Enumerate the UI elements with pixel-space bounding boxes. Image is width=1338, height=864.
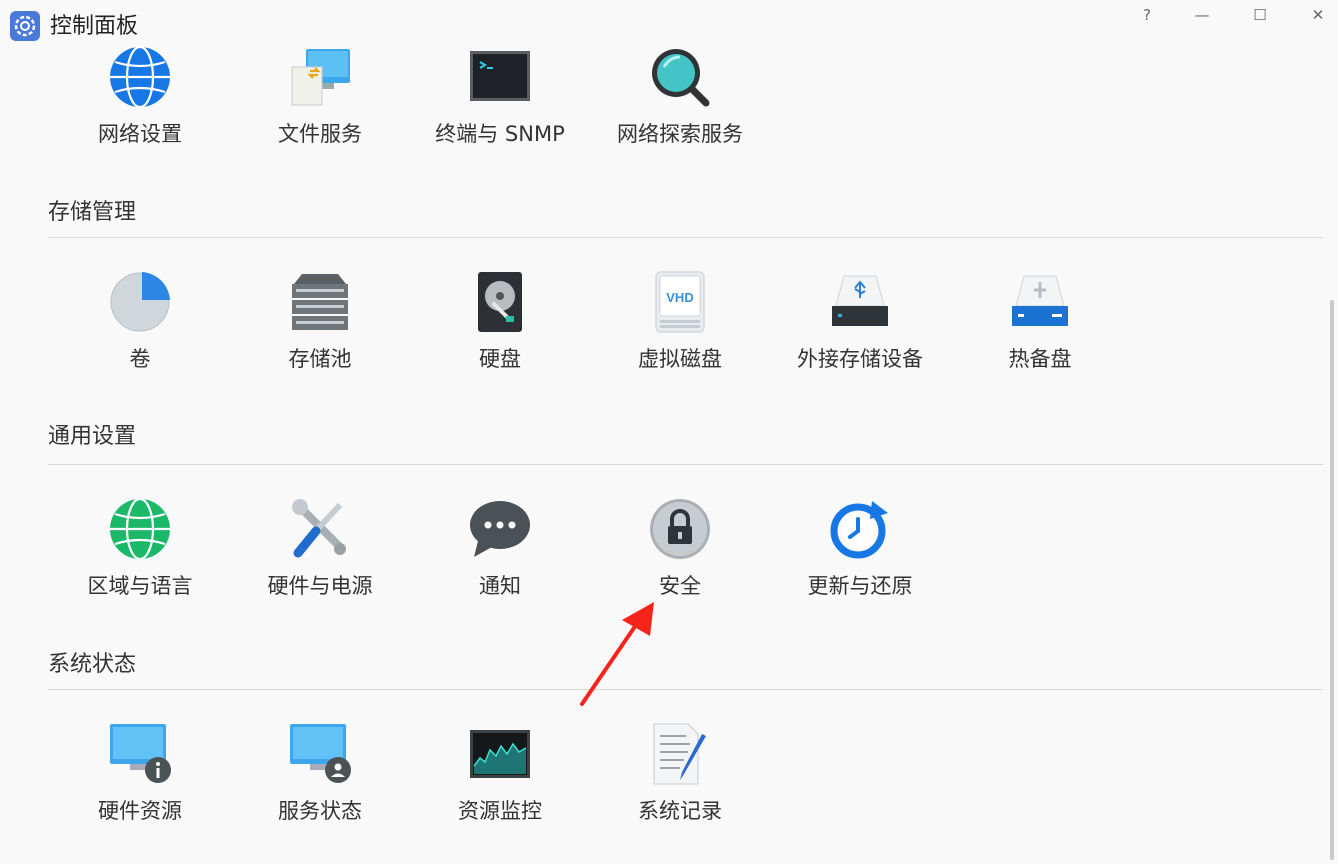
hot-spare-icon: [1012, 275, 1068, 326]
hardware-power-item[interactable]: 硬件与电源: [230, 497, 410, 617]
tools-icon: [292, 499, 346, 558]
magnifier-icon: [652, 49, 710, 107]
item-label: 服务状态: [278, 799, 362, 823]
hardware-resource-item[interactable]: 硬件资源: [50, 722, 230, 842]
pie-volume-icon: [110, 272, 170, 332]
section-title-general: 通用设置: [48, 424, 137, 449]
virtual-disk-item[interactable]: VHD 虚拟磁盘: [590, 270, 770, 390]
file-service-item[interactable]: 文件服务: [230, 45, 410, 165]
lock-icon: [650, 499, 710, 559]
notification-item[interactable]: 通知: [410, 497, 590, 617]
section-divider: [48, 237, 1323, 238]
terminal-icon: [470, 51, 530, 101]
network-settings-item[interactable]: 网络设置: [50, 45, 230, 165]
item-label: 存储池: [288, 347, 352, 371]
update-restore-item[interactable]: 更新与还原: [770, 497, 950, 617]
item-label: 硬盘: [479, 347, 521, 371]
resource-graph-icon: [470, 730, 530, 778]
item-label: 文件服务: [278, 122, 362, 146]
item-label: 系统记录: [638, 799, 722, 823]
hard-disk-item[interactable]: 硬盘: [410, 270, 590, 390]
section-divider: [48, 689, 1323, 690]
chat-bubble-icon: [470, 501, 530, 557]
item-label: 区域与语言: [87, 574, 193, 598]
item-label: 终端与 SNMP: [435, 122, 565, 146]
minimize-button[interactable]: —: [1182, 2, 1222, 28]
item-label: 更新与还原: [807, 574, 913, 598]
file-service-icon: [291, 49, 350, 106]
window-title: 控制面板: [50, 14, 139, 39]
storage-pool-icon: [292, 274, 348, 330]
item-label: 硬件与电源: [267, 574, 373, 598]
section-title-status: 系统状态: [48, 652, 137, 677]
security-item[interactable]: 安全: [590, 497, 770, 617]
external-storage-item[interactable]: 外接存储设备: [770, 270, 950, 390]
globe-icon: [110, 45, 170, 109]
item-label: 网络设置: [98, 122, 182, 146]
monitor-user-icon: [290, 724, 351, 783]
help-button[interactable]: ?: [1127, 2, 1167, 28]
item-label: 网络探索服务: [617, 122, 743, 146]
vhd-icon-text: VHD: [666, 290, 693, 305]
storage-pool-item[interactable]: 存储池: [230, 270, 410, 390]
item-label: 通知: [479, 574, 521, 598]
monitor-info-icon: [110, 724, 171, 783]
section-divider: [48, 464, 1323, 465]
update-clock-icon: [830, 501, 888, 559]
item-label: 外接存储设备: [797, 347, 923, 371]
item-label: 硬件资源: [98, 799, 182, 823]
section-title-storage: 存储管理: [48, 200, 137, 225]
region-language-item[interactable]: 区域与语言: [50, 497, 230, 617]
vertical-scrollbar[interactable]: [1330, 300, 1334, 860]
control-panel-gear-icon: [10, 11, 40, 41]
hard-disk-icon: [478, 272, 522, 332]
log-pen-icon: [653, 723, 706, 785]
title-bar: 控制面板 ? — ☐ ✕: [0, 0, 1338, 44]
item-label: 热备盘: [1008, 347, 1072, 371]
resource-monitor-item[interactable]: 资源监控: [410, 722, 590, 842]
terminal-snmp-item[interactable]: 终端与 SNMP: [410, 45, 590, 165]
item-label: 卷: [129, 347, 151, 371]
system-log-item[interactable]: 系统记录: [590, 722, 770, 842]
hot-spare-item[interactable]: 热备盘: [950, 270, 1130, 390]
item-label: 虚拟磁盘: [638, 347, 722, 371]
item-label: 安全: [659, 574, 701, 598]
close-button[interactable]: ✕: [1298, 2, 1338, 28]
service-status-item[interactable]: 服务状态: [230, 722, 410, 842]
annotation-arrow: [580, 602, 654, 706]
network-discovery-item[interactable]: 网络探索服务: [590, 45, 770, 165]
item-label: 资源监控: [458, 799, 542, 823]
region-globe-icon: [110, 497, 170, 561]
usb-storage-icon: [832, 275, 888, 326]
maximize-button[interactable]: ☐: [1240, 2, 1280, 28]
vhd-icon: VHD: [655, 271, 705, 333]
volume-item[interactable]: 卷: [50, 270, 230, 390]
